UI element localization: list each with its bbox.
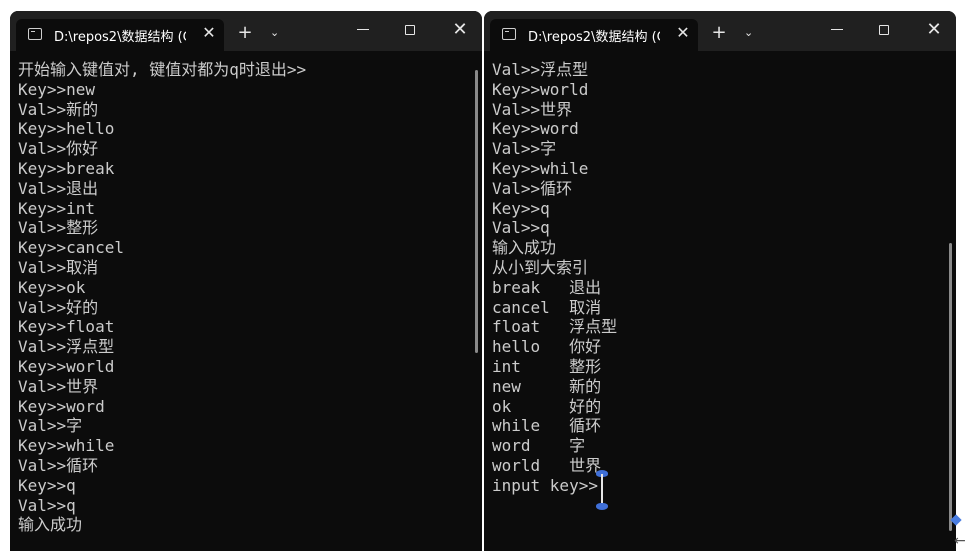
console-output[interactable]: Val>>浮点型 Key>>world Val>>世界 Key>>word Val>>字…: [492, 60, 942, 496]
console-line: int 整形: [492, 356, 602, 376]
console-line: 输入成功: [18, 515, 83, 535]
console-line: Key>>hello: [18, 119, 115, 139]
console-output[interactable]: 开始输入键值对, 键值对都为q时退出>> Key>>new Val>>新的 Key>>…: [18, 60, 468, 535]
arrow-left-icon: ←: [954, 533, 966, 549]
new-tab-button[interactable]: +: [710, 23, 728, 43]
console-line: while 循环: [492, 416, 602, 436]
console-line: Val>>循环: [18, 455, 99, 475]
console-line: Key>>new: [18, 79, 96, 99]
console-line: float 浮点型: [492, 317, 618, 337]
console-line: Key>>break: [18, 158, 115, 178]
console-line: Val>>浮点型: [492, 60, 589, 79]
console-line: 输入成功: [492, 238, 557, 258]
new-tab-button[interactable]: +: [236, 23, 254, 43]
console-line: Key>>int: [18, 198, 96, 218]
console-line: Key>>q: [492, 198, 550, 218]
console-line: 从小到大索引: [492, 257, 589, 277]
console-line: world 世界: [492, 455, 602, 475]
console-line: Key>>word: [492, 119, 579, 139]
console-line: Val>>q: [18, 495, 76, 515]
maximize-icon[interactable]: [879, 25, 889, 35]
console-line: break 退出: [492, 277, 602, 297]
console-line: Key>>ok: [18, 277, 86, 297]
console-line: Key>>world: [18, 356, 115, 376]
console-line: Key>>q: [18, 475, 76, 495]
close-icon[interactable]: ✕: [450, 19, 470, 41]
tab-title: D:\repos2\数据结构 (C: [54, 30, 186, 45]
console-line: Val>>你好: [18, 139, 99, 159]
scrollbar[interactable]: [949, 243, 952, 531]
terminal-window-right[interactable]: D:\repos2\数据结构 (C ✕ + ⌄ ✕ Val>>浮点型 Key>>w…: [484, 11, 956, 551]
console-line: Val>>浮点型: [18, 337, 115, 357]
console-line: Val>>循环: [492, 178, 573, 198]
title-bar[interactable]: D:\repos2\数据结构 (C ✕ + ⌄ ✕: [484, 11, 956, 51]
console-line: Val>>退出: [18, 178, 99, 198]
text-cursor-icon: [596, 470, 608, 510]
console-line: Key>>world: [492, 79, 589, 99]
console-line: Val>>整形: [18, 218, 99, 238]
console-line: 开始输入键值对, 键值对都为q时退出>>: [18, 60, 307, 79]
chevron-down-icon[interactable]: ⌄: [270, 23, 279, 43]
terminal-tab[interactable]: D:\repos2\数据结构 (C ✕: [490, 19, 698, 51]
console-line: new 新的: [492, 376, 602, 396]
console-line: Key>>float: [18, 317, 115, 337]
minimize-icon[interactable]: [831, 29, 843, 30]
console-line: ok 好的: [492, 396, 602, 416]
console-line: Val>>字: [492, 139, 557, 159]
console-line: Val>>世界: [492, 99, 573, 119]
console-line: Val>>世界: [18, 376, 99, 396]
console-line: word 字: [492, 436, 586, 456]
console-line: Val>>新的: [18, 99, 99, 119]
close-icon[interactable]: ✕: [924, 19, 944, 41]
tab-close-icon[interactable]: ✕: [200, 23, 218, 43]
console-line: Key>>while: [18, 436, 115, 456]
scrollbar[interactable]: [475, 70, 478, 353]
console-line: Val>>q: [492, 218, 550, 238]
tab-close-icon[interactable]: ✕: [674, 23, 692, 43]
terminal-window-left[interactable]: D:\repos2\数据结构 (C ✕ + ⌄ ✕ 开始输入键值对, 键值对都为…: [10, 11, 482, 551]
console-line: Val>>好的: [18, 297, 99, 317]
console-line: Key>>while: [492, 158, 589, 178]
terminal-icon: [28, 28, 42, 40]
title-bar[interactable]: D:\repos2\数据结构 (C ✕ + ⌄ ✕: [10, 11, 482, 51]
console-line: Val>>取消: [18, 257, 99, 277]
terminal-tab[interactable]: D:\repos2\数据结构 (C ✕: [16, 19, 224, 51]
console-line: cancel 取消: [492, 297, 602, 317]
console-line: Key>>word: [18, 396, 105, 416]
console-line: hello 你好: [492, 337, 602, 357]
minimize-icon[interactable]: [357, 29, 369, 30]
terminal-icon: [502, 28, 516, 40]
console-line: input key>>: [492, 475, 598, 495]
tab-title: D:\repos2\数据结构 (C: [528, 30, 660, 45]
console-line: Val>>字: [18, 416, 83, 436]
maximize-icon[interactable]: [405, 25, 415, 35]
console-line: Key>>cancel: [18, 238, 124, 258]
chevron-down-icon[interactable]: ⌄: [744, 23, 753, 43]
